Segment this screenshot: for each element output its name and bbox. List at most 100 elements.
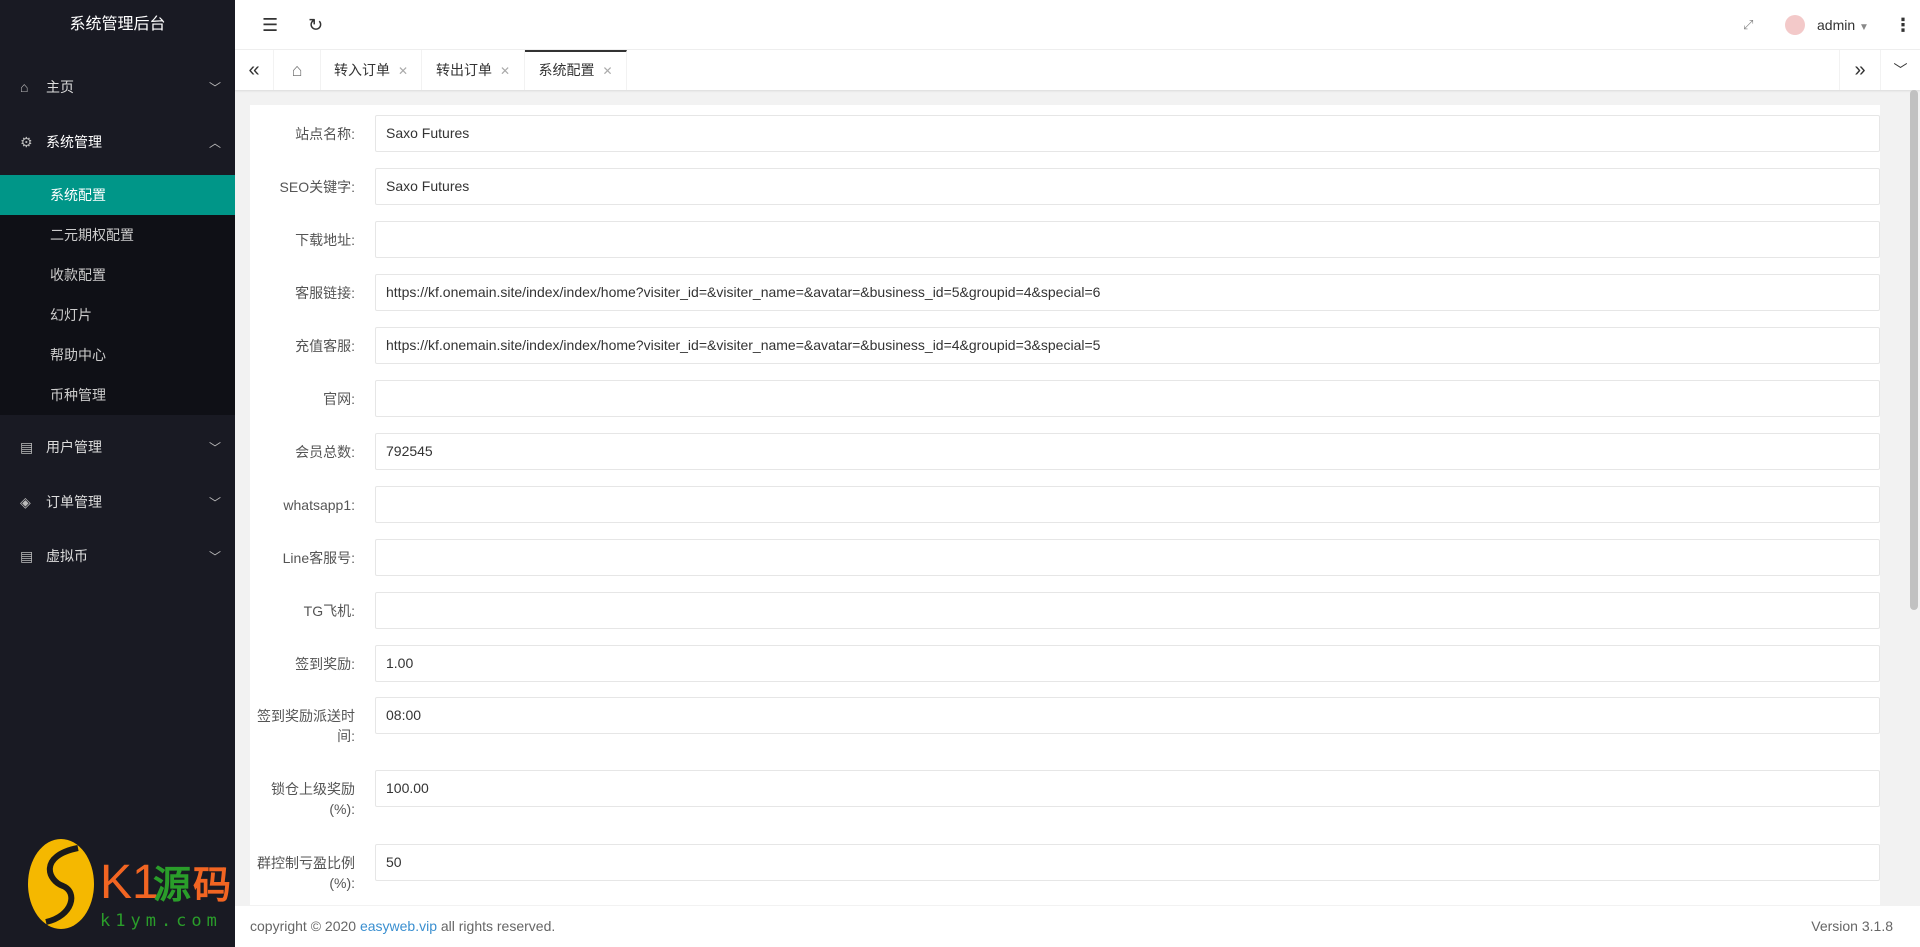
form-row: 签到奖励派送时间: 08:00 — [250, 697, 1880, 757]
system-config-form: 站点名称: Saxo Futures SEO关键字: Saxo Futures 下载… — [250, 105, 1880, 905]
box-icon: ◈ — [20, 493, 31, 510]
scrollbar[interactable] — [1910, 90, 1918, 610]
svg-text:源: 源 — [153, 863, 191, 907]
field-label: 充值客服: — [295, 338, 355, 354]
form-row: 官网: — [250, 380, 1880, 440]
telegram-input[interactable] — [375, 592, 1880, 629]
sidebar-item-users[interactable]: ▤ 用户管理 ﹀ — [0, 423, 235, 471]
form-row: 锁仓上级奖励(%): 100.00 — [250, 770, 1880, 830]
recharge-service-input[interactable]: https://kf.onemain.site/index/index/home… — [375, 327, 1880, 364]
tab-label: 转入订单 — [333, 62, 390, 78]
line-input[interactable] — [375, 539, 1880, 576]
collapse-menu-icon[interactable]: ☰ — [262, 0, 278, 50]
footer: copyright © 2020 easyweb.vip all rights … — [235, 906, 1920, 947]
sidebar-sub-system-config[interactable]: 系统配置 — [0, 175, 235, 215]
more-icon[interactable]: ⋮ — [1894, 0, 1912, 50]
form-row: whatsapp1: — [250, 486, 1880, 546]
form-row: SEO关键字: Saxo Futures — [250, 168, 1880, 228]
form-row: 会员总数: 792545 — [250, 433, 1880, 493]
tab-label: 系统配置 — [538, 62, 595, 78]
official-site-input[interactable] — [375, 380, 1880, 417]
download-url-input[interactable] — [375, 221, 1880, 258]
tab-transfer-in[interactable]: 转入订单 ✕ — [321, 50, 422, 90]
chevron-up-icon: ︿ — [208, 135, 221, 150]
sidebar-item-home[interactable]: ⌂ 主页 ﹀ — [0, 63, 235, 111]
sidebar-item-system[interactable]: ⚙ 系统管理 ︿ — [0, 118, 235, 166]
tab-options-dropdown[interactable]: ﹀ — [1881, 50, 1920, 90]
form-row: 下载地址: — [250, 221, 1880, 281]
form-row: 站点名称: Saxo Futures — [250, 115, 1880, 175]
form-row: 签到奖励: 1.00 — [250, 645, 1880, 705]
copyright-text: copyright © 2020 — [250, 918, 360, 934]
refresh-icon[interactable]: ↻ — [308, 0, 323, 50]
scroll-tabs-left-button[interactable]: « — [235, 50, 274, 90]
fullscreen-icon[interactable]: ⤢ — [1743, 0, 1753, 50]
user-menu[interactable]: admin ▼ — [1817, 0, 1869, 50]
chevron-down-icon: ﹀ — [208, 495, 221, 510]
close-icon[interactable]: ✕ — [398, 64, 408, 78]
top-header: ☰ ↻ ⤢ admin ▼ ⋮ — [235, 0, 1920, 50]
svg-text:k1ym.com: k1ym.com — [100, 911, 222, 931]
field-label: 锁仓上级奖励(%): — [271, 781, 355, 817]
form-row: Line客服号: — [250, 539, 1880, 599]
site-name-input[interactable]: Saxo Futures — [375, 115, 1880, 152]
sidebar-item-label: 主页 — [46, 79, 74, 95]
checkin-reward-input[interactable]: 1.00 — [375, 645, 1880, 682]
tab-label: 转出订单 — [435, 62, 492, 78]
footer-link[interactable]: easyweb.vip — [360, 918, 437, 934]
seo-keywords-input[interactable]: Saxo Futures — [375, 168, 1880, 205]
tab-bar: « ⌂ 转入订单 ✕ 转出订单 ✕ 系统配置 ✕ » ﹀ — [235, 50, 1920, 90]
form-row: 群控制亏盈比例(%): 50 — [250, 844, 1880, 904]
tab-system-config[interactable]: 系统配置 ✕ — [525, 50, 627, 90]
form-row: 客服链接: https://kf.onemain.site/index/index… — [250, 274, 1880, 334]
field-label: 客服链接: — [295, 285, 355, 301]
close-icon[interactable]: ✕ — [602, 64, 612, 78]
version-text: Version 3.1.8 — [1811, 918, 1893, 934]
watermark-logo: K1 源 码 k1ym.com — [28, 839, 231, 931]
list-icon: ▤ — [20, 438, 34, 455]
field-label: 站点名称: — [295, 126, 355, 142]
sidebar-item-orders[interactable]: ◈ 订单管理 ﹀ — [0, 478, 235, 526]
sidebar-item-label: 虚拟币 — [46, 548, 88, 564]
field-label: Line客服号: — [282, 550, 355, 566]
whatsapp-input[interactable] — [375, 486, 1880, 523]
sidebar: 系统管理后台 ⌂ 主页 ﹀ ⚙ 系统管理 ︿ 系统配置 二元期权配置 收款配置 幻灯片 … — [0, 0, 235, 947]
form-row: TG飞机: — [250, 592, 1880, 652]
tab-home[interactable]: ⌂ — [274, 50, 321, 90]
field-label: 官网: — [323, 391, 355, 407]
sidebar-sub-options-config[interactable]: 二元期权配置 — [0, 215, 235, 255]
field-label: TG飞机: — [303, 603, 355, 619]
avatar[interactable] — [1785, 15, 1805, 35]
sidebar-item-label: 用户管理 — [46, 439, 102, 455]
chevron-down-icon: ﹀ — [208, 80, 221, 95]
sidebar-sub-help[interactable]: 帮助中心 — [0, 335, 235, 375]
username: admin — [1817, 17, 1856, 33]
lock-reward-input[interactable]: 100.00 — [375, 770, 1880, 807]
chevron-down-icon: ﹀ — [208, 440, 221, 455]
checkin-time-input[interactable]: 08:00 — [375, 697, 1880, 734]
sidebar-sub-payment-config[interactable]: 收款配置 — [0, 255, 235, 295]
sidebar-sub-currency[interactable]: 币种管理 — [0, 375, 235, 415]
member-count-input[interactable]: 792545 — [375, 433, 1880, 470]
gear-icon: ⚙ — [20, 133, 33, 150]
app-title: 系统管理后台 — [69, 16, 166, 33]
field-label: 会员总数: — [295, 444, 355, 460]
home-icon: ⌂ — [291, 60, 303, 80]
svg-text:码: 码 — [193, 863, 231, 907]
field-label: 下载地址: — [295, 232, 355, 248]
sidebar-item-label: 系统管理 — [46, 134, 102, 150]
field-label: 群控制亏盈比例(%): — [257, 855, 355, 891]
group-profit-ratio-input[interactable]: 50 — [375, 844, 1880, 881]
chevron-down-icon: ﹀ — [208, 549, 221, 564]
list-icon: ▤ — [20, 547, 34, 564]
form-row: 充值客服: https://kf.onemain.site/index/index… — [250, 327, 1880, 387]
tab-transfer-out[interactable]: 转出订单 ✕ — [422, 50, 525, 90]
close-icon[interactable]: ✕ — [500, 64, 510, 78]
service-link-input[interactable]: https://kf.onemain.site/index/index/home… — [375, 274, 1880, 311]
sidebar-item-crypto[interactable]: ▤ 虚拟币 ﹀ — [0, 532, 235, 580]
sidebar-sub-slides[interactable]: 幻灯片 — [0, 295, 235, 335]
field-label: SEO关键字: — [279, 179, 355, 195]
field-label: 签到奖励派送时间: — [257, 708, 355, 744]
scroll-tabs-right-button[interactable]: » — [1839, 50, 1881, 90]
caret-down-icon: ▼ — [1859, 22, 1869, 33]
